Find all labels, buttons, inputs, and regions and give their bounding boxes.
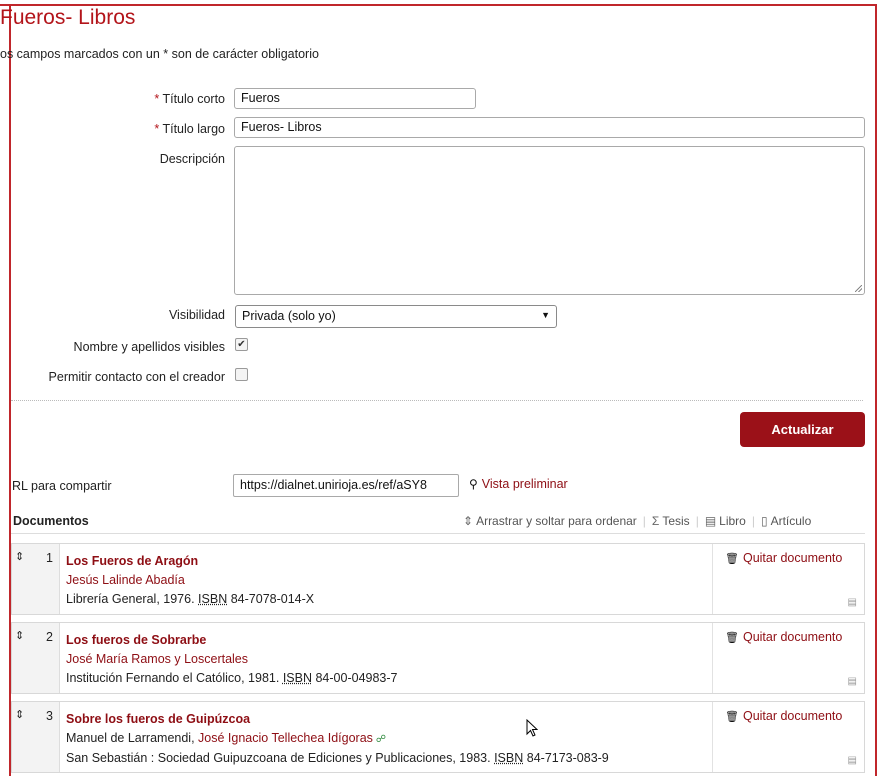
documents-rule	[11, 533, 865, 534]
document-row[interactable]: ⇕ 2 Los fueros de Sobrarbe José María Ra…	[11, 622, 865, 694]
preview-link-label: Vista preliminar	[481, 477, 568, 491]
visibility-label: Visibilidad	[168, 308, 225, 322]
remove-label: Quitar documento	[742, 630, 843, 644]
book-icon: ▤	[847, 676, 857, 687]
sort-hint-label: Arrastrar y soltar para ordenar	[476, 514, 637, 528]
trash-icon: 🗑	[725, 553, 739, 565]
document-author-link[interactable]: José Ignacio Tellechea Idígoras	[198, 731, 373, 745]
isbn-value: 84-00-04983-7	[315, 671, 398, 685]
document-publication: Librería General, 1976. ISBN 84-7078-014…	[66, 590, 704, 609]
toolbar-separator: |	[642, 514, 646, 528]
document-info: Sobre los fueros de Guipúzcoa Manuel de …	[66, 710, 704, 768]
preview-link[interactable]: ⚲ Vista preliminar	[469, 477, 568, 491]
sigma-icon: Σ	[651, 514, 660, 528]
document-title-link[interactable]: Sobre los fueros de Guipúzcoa	[66, 710, 704, 729]
isbn-label: ISBN	[198, 592, 228, 606]
short-title-label-text: Título corto	[162, 92, 225, 106]
document-row[interactable]: ⇕ 3 Sobre los fueros de Guipúzcoa Manuel…	[11, 701, 865, 773]
document-publication: Institución Fernando el Católico, 1981. …	[66, 669, 704, 688]
remove-label: Quitar documento	[742, 551, 843, 565]
document-row[interactable]: ⇕ 1 Los Fueros de Aragón Jesús Lalinde A…	[11, 543, 865, 615]
visibility-select[interactable]: Privada (solo yo) ▼	[235, 305, 557, 328]
document-actions: 🗑 Quitar documento ▤	[712, 702, 865, 772]
document-actions: 🗑 Quitar documento ▤	[712, 544, 865, 614]
drag-handle[interactable]: ⇕ 1	[12, 544, 60, 614]
names-visible-checkbox[interactable]: ✔	[235, 338, 248, 351]
thesis-label: Tesis	[662, 514, 690, 528]
trash-icon: 🗑	[725, 711, 739, 723]
form-divider	[11, 400, 863, 401]
document-authors: Manuel de Larramendi, José Ignacio Telle…	[66, 729, 704, 749]
remove-document-button[interactable]: 🗑 Quitar documento	[725, 709, 842, 723]
allow-contact-checkbox[interactable]	[235, 368, 248, 381]
add-book-button[interactable]: ▤ Libro	[705, 514, 746, 528]
document-icon: ▯	[760, 514, 768, 528]
document-info: Los fueros de Sobrarbe José María Ramos …	[66, 631, 704, 688]
sort-hint: ⇕ Arrastrar y soltar para ordenar	[463, 514, 637, 528]
long-title-label: * Título largo	[154, 122, 225, 136]
document-actions: 🗑 Quitar documento ▤	[712, 623, 865, 693]
visibility-selected: Privada (solo yo)	[242, 309, 336, 323]
document-title-link[interactable]: Los fueros de Sobrarbe	[66, 631, 704, 650]
publication-text: San Sebastián : Sociedad Guipuzcoana de …	[66, 751, 491, 765]
network-icon[interactable]: ☍	[376, 730, 386, 749]
document-author-link[interactable]: Jesús Lalinde Abadía	[66, 571, 704, 590]
isbn-value: 84-7078-014-X	[230, 592, 315, 606]
add-thesis-button[interactable]: Σ Tesis	[652, 514, 690, 528]
required-mark: *	[154, 122, 160, 136]
publication-text: Institución Fernando el Católico, 1981.	[66, 671, 280, 685]
document-publication: San Sebastián : Sociedad Guipuzcoana de …	[66, 749, 704, 768]
toolbar-separator: |	[695, 514, 699, 528]
description-label: Descripción	[159, 152, 225, 166]
names-visible-label: Nombre y apellidos visibles	[73, 340, 225, 354]
publication-text: Librería General, 1976.	[66, 592, 195, 606]
required-mark: *	[154, 92, 160, 106]
long-title-input[interactable]: Fueros- Libros	[234, 117, 865, 138]
allow-contact-label: Permitir contacto con el creador	[48, 370, 225, 384]
remove-label: Quitar documento	[742, 709, 843, 723]
required-note: os campos marcados con un * son de carác…	[0, 47, 319, 61]
document-title-link[interactable]: Los Fueros de Aragón	[66, 552, 704, 571]
description-textarea[interactable]	[234, 146, 865, 295]
document-number: 3	[46, 709, 53, 723]
long-title-label-text: Título largo	[162, 122, 225, 136]
trash-icon: 🗑	[725, 632, 739, 644]
sort-arrows-icon: ⇕	[15, 630, 25, 642]
document-author-text: Manuel de Larramendi,	[66, 731, 199, 745]
update-button[interactable]: Actualizar	[740, 412, 865, 447]
isbn-label: ISBN	[282, 671, 312, 685]
book-icon: ▤	[704, 514, 717, 528]
article-label: Artículo	[770, 514, 812, 528]
book-icon: ▤	[847, 597, 857, 608]
resize-handle-icon[interactable]	[855, 285, 862, 292]
share-url-input[interactable]: https://dialnet.unirioja.es/ref/aSY8	[233, 474, 459, 497]
share-url-label: RL para compartir	[12, 479, 112, 493]
add-article-button[interactable]: ▯ Artículo	[761, 514, 811, 528]
sort-arrows-icon: ⇕	[463, 514, 474, 528]
book-icon: ▤	[847, 755, 857, 766]
sort-arrows-icon: ⇕	[15, 709, 25, 721]
document-number: 1	[46, 551, 53, 565]
short-title-input[interactable]: Fueros	[234, 88, 476, 109]
remove-document-button[interactable]: 🗑 Quitar documento	[725, 630, 842, 644]
remove-document-button[interactable]: 🗑 Quitar documento	[725, 551, 842, 565]
documents-toolbar: ⇕ Arrastrar y soltar para ordenar | Σ Tesis |…	[463, 514, 811, 528]
sort-arrows-icon: ⇕	[15, 551, 25, 563]
mouse-cursor-icon	[526, 719, 538, 737]
isbn-label: ISBN	[494, 751, 524, 765]
document-number: 2	[46, 630, 53, 644]
document-author-link[interactable]: José María Ramos y Loscertales	[66, 650, 704, 669]
documents-title: Documentos	[13, 514, 89, 528]
drag-handle[interactable]: ⇕ 2	[12, 623, 60, 693]
page-title: Fueros- Libros	[0, 6, 136, 29]
drag-handle[interactable]: ⇕ 3	[12, 702, 60, 772]
toolbar-separator: |	[751, 514, 755, 528]
dropdown-arrow-icon: ▼	[541, 310, 550, 320]
document-info: Los Fueros de Aragón Jesús Lalinde Abadí…	[66, 552, 704, 609]
magnifier-icon: ⚲	[469, 477, 478, 491]
isbn-value: 84-7173-083-9	[526, 751, 609, 765]
book-label: Libro	[719, 514, 746, 528]
short-title-label: * Título corto	[154, 92, 225, 106]
